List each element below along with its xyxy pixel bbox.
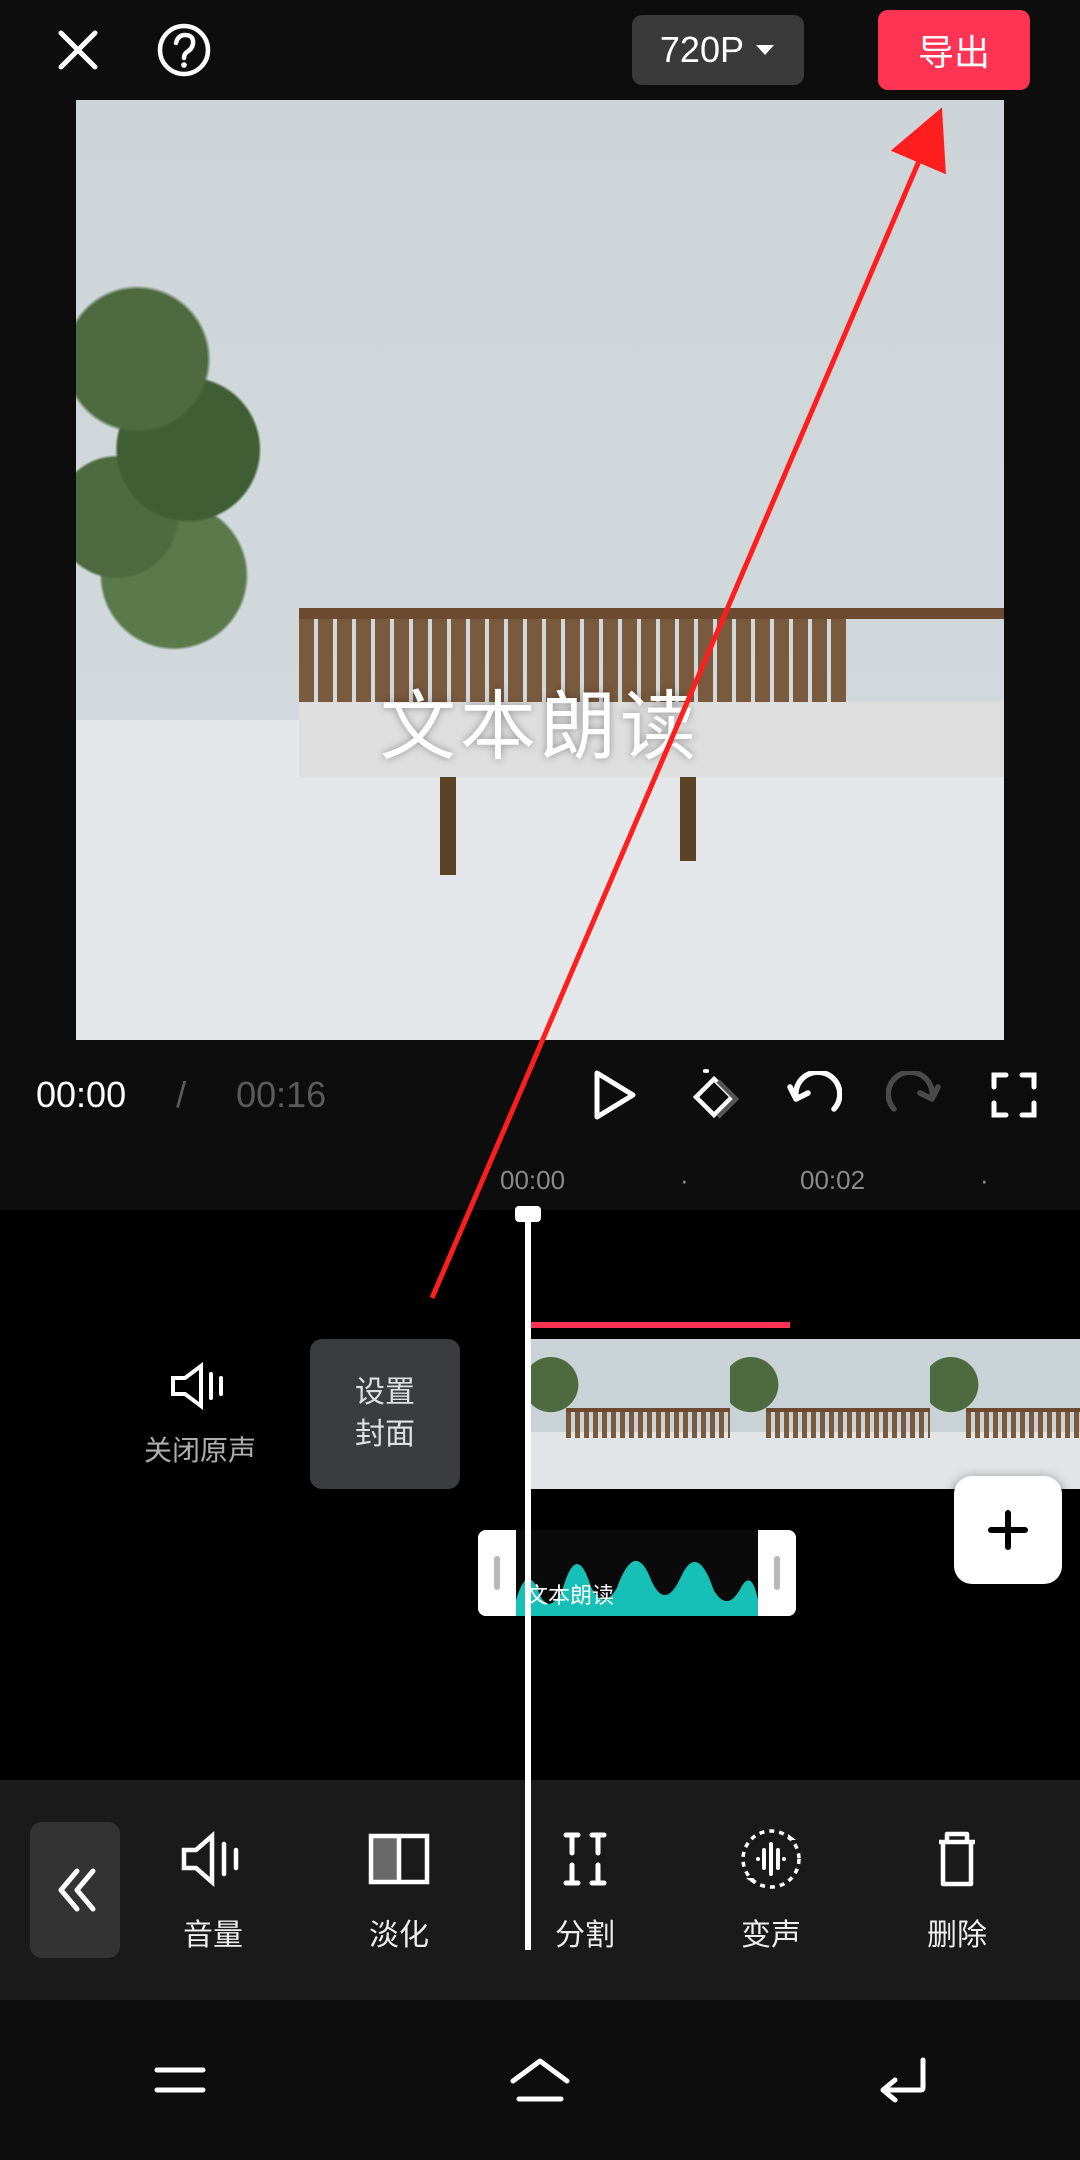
chevron-double-left-icon (53, 1865, 97, 1915)
undo-icon (786, 1071, 842, 1119)
preview-bg-tree (76, 269, 280, 720)
delete-tool[interactable]: 删除 (922, 1826, 992, 1954)
set-cover-button[interactable]: 设置 封面 (310, 1339, 460, 1489)
video-preview[interactable]: 文本朗读 (76, 100, 1004, 1040)
clip-thumb (530, 1339, 730, 1489)
close-button[interactable] (50, 22, 106, 78)
export-button[interactable]: 导出 (878, 10, 1030, 90)
audio-clip-label: 文本朗读 (526, 1578, 614, 1610)
undo-button[interactable] (784, 1065, 844, 1125)
mute-label: 关闭原声 (120, 1429, 280, 1469)
tool-label: 删除 (927, 1910, 987, 1954)
ruler-mark: 00:02 (800, 1165, 865, 1196)
tool-label: 音量 (183, 1910, 243, 1954)
resolution-selector[interactable]: 720P (632, 15, 804, 85)
split-icon (558, 1829, 612, 1889)
clip-thumb (730, 1339, 930, 1489)
keyframe-button[interactable] (684, 1065, 744, 1125)
system-nav-bar (0, 2000, 1080, 2160)
chevron-down-icon (754, 42, 776, 58)
fade-icon (365, 1830, 433, 1888)
home-icon (505, 2053, 575, 2107)
redo-icon (886, 1071, 942, 1119)
add-clip-button[interactable] (954, 1476, 1062, 1584)
voice-change-tool[interactable]: 变声 (736, 1826, 806, 1954)
tool-label: 变声 (741, 1910, 801, 1954)
fullscreen-button[interactable] (984, 1065, 1044, 1125)
help-icon (157, 23, 211, 77)
fade-tool[interactable]: 淡化 (364, 1826, 434, 1954)
redo-button[interactable] (884, 1065, 944, 1125)
play-button[interactable] (584, 1065, 644, 1125)
voice-change-icon (738, 1826, 804, 1892)
clip-handle-right[interactable] (758, 1530, 796, 1616)
play-icon (591, 1069, 637, 1121)
ruler-dot: · (680, 1165, 689, 1196)
playhead[interactable] (525, 1210, 531, 1950)
mute-original-button[interactable] (120, 1360, 280, 1417)
tool-label: 分割 (555, 1910, 615, 1954)
trash-icon (929, 1828, 985, 1890)
nav-menu-button[interactable] (140, 2040, 220, 2120)
text-overlay[interactable]: 文本朗读 (380, 665, 700, 775)
time-separator: / (166, 1074, 196, 1116)
audio-waveform: 文本朗读 (516, 1530, 758, 1616)
keyframe-icon (686, 1067, 742, 1123)
ruler-mark: 00:00 (500, 1165, 565, 1196)
resolution-label: 720P (660, 29, 744, 71)
speaker-icon (169, 1360, 231, 1412)
volume-tool[interactable]: 音量 (178, 1826, 248, 1954)
menu-icon (149, 2058, 211, 2102)
back-icon (867, 2056, 933, 2104)
collapse-tools-button[interactable] (30, 1822, 120, 1958)
nav-back-button[interactable] (860, 2040, 940, 2120)
speaker-icon (178, 1830, 248, 1888)
clip-thumb (930, 1339, 1080, 1489)
close-icon (53, 25, 103, 75)
plus-icon (983, 1505, 1033, 1555)
export-label: 导出 (918, 32, 990, 73)
help-button[interactable] (156, 22, 212, 78)
cover-button-label: 设置 封面 (355, 1372, 415, 1456)
timeline-ruler[interactable]: 00:00 · 00:02 · (0, 1150, 1080, 1210)
selection-indicator (530, 1322, 790, 1328)
fullscreen-icon (990, 1071, 1038, 1119)
current-time: 00:00 (36, 1074, 126, 1116)
video-track: 关闭原声 设置 封面 (0, 1336, 1080, 1492)
nav-home-button[interactable] (500, 2040, 580, 2120)
video-clip[interactable] (530, 1339, 1080, 1489)
clip-handle-left[interactable] (478, 1530, 516, 1616)
split-tool[interactable]: 分割 (550, 1826, 620, 1954)
tool-label: 淡化 (369, 1910, 429, 1954)
total-time: 00:16 (236, 1074, 326, 1116)
ruler-dot: · (980, 1165, 989, 1196)
